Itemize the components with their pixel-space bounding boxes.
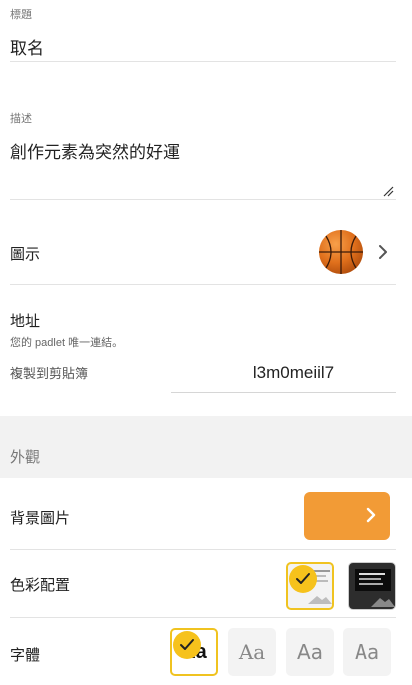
color-scheme-dark-option[interactable] xyxy=(348,562,396,610)
resize-handle-icon[interactable] xyxy=(382,185,394,197)
font-option-4[interactable]: Aa xyxy=(343,628,391,676)
font-option-3[interactable]: Aa xyxy=(286,628,334,676)
address-slug-input[interactable]: l3m0meiil7 xyxy=(171,357,396,393)
color-scheme-label: 色彩配置 xyxy=(10,577,71,594)
basketball-icon[interactable] xyxy=(318,229,364,275)
color-scheme-light-option[interactable] xyxy=(286,562,334,610)
font-sample: Aa xyxy=(238,640,266,664)
background-image-row: 背景圖片 xyxy=(10,480,396,550)
chevron-right-icon xyxy=(366,507,376,523)
color-scheme-row: 色彩配置 xyxy=(10,550,396,618)
font-label: 字體 xyxy=(10,647,41,664)
address-section: 地址 您的 padlet 唯一連結。 複製到剪貼簿 l3m0meiil7 xyxy=(10,310,396,394)
title-input[interactable]: 取名 xyxy=(10,34,44,59)
font-row: 字體 Aa Aa Aa Aa xyxy=(10,618,396,685)
font-option-2[interactable]: Aa xyxy=(228,628,276,676)
font-sample: Aa xyxy=(297,640,323,664)
icon-row-label: 圖示 xyxy=(10,246,41,263)
selected-check-icon xyxy=(173,631,201,659)
title-field[interactable]: 標題 取名 xyxy=(10,4,396,62)
address-subtitle: 您的 padlet 唯一連結。 xyxy=(10,337,124,349)
appearance-section-title: 外觀 xyxy=(10,449,41,466)
title-label: 標題 xyxy=(10,9,32,21)
address-title: 地址 xyxy=(10,313,41,330)
font-sample: Aa xyxy=(354,640,380,664)
background-image-label: 背景圖片 xyxy=(10,510,71,527)
copy-to-clipboard-link[interactable]: 複製到剪貼簿 xyxy=(10,363,88,382)
description-field[interactable]: 描述 創作元素為突然的好運 xyxy=(10,110,396,200)
description-textarea[interactable]: 創作元素為突然的好運 xyxy=(10,138,180,163)
icon-row[interactable]: 圖示 xyxy=(10,219,396,285)
description-label: 描述 xyxy=(10,113,32,125)
background-image-button[interactable] xyxy=(304,492,390,540)
dark-scheme-preview-icon xyxy=(355,569,395,607)
selected-check-icon xyxy=(289,565,317,593)
font-option-1[interactable]: Aa xyxy=(170,628,218,676)
appearance-section-band xyxy=(0,416,412,478)
chevron-right-icon xyxy=(379,245,387,259)
